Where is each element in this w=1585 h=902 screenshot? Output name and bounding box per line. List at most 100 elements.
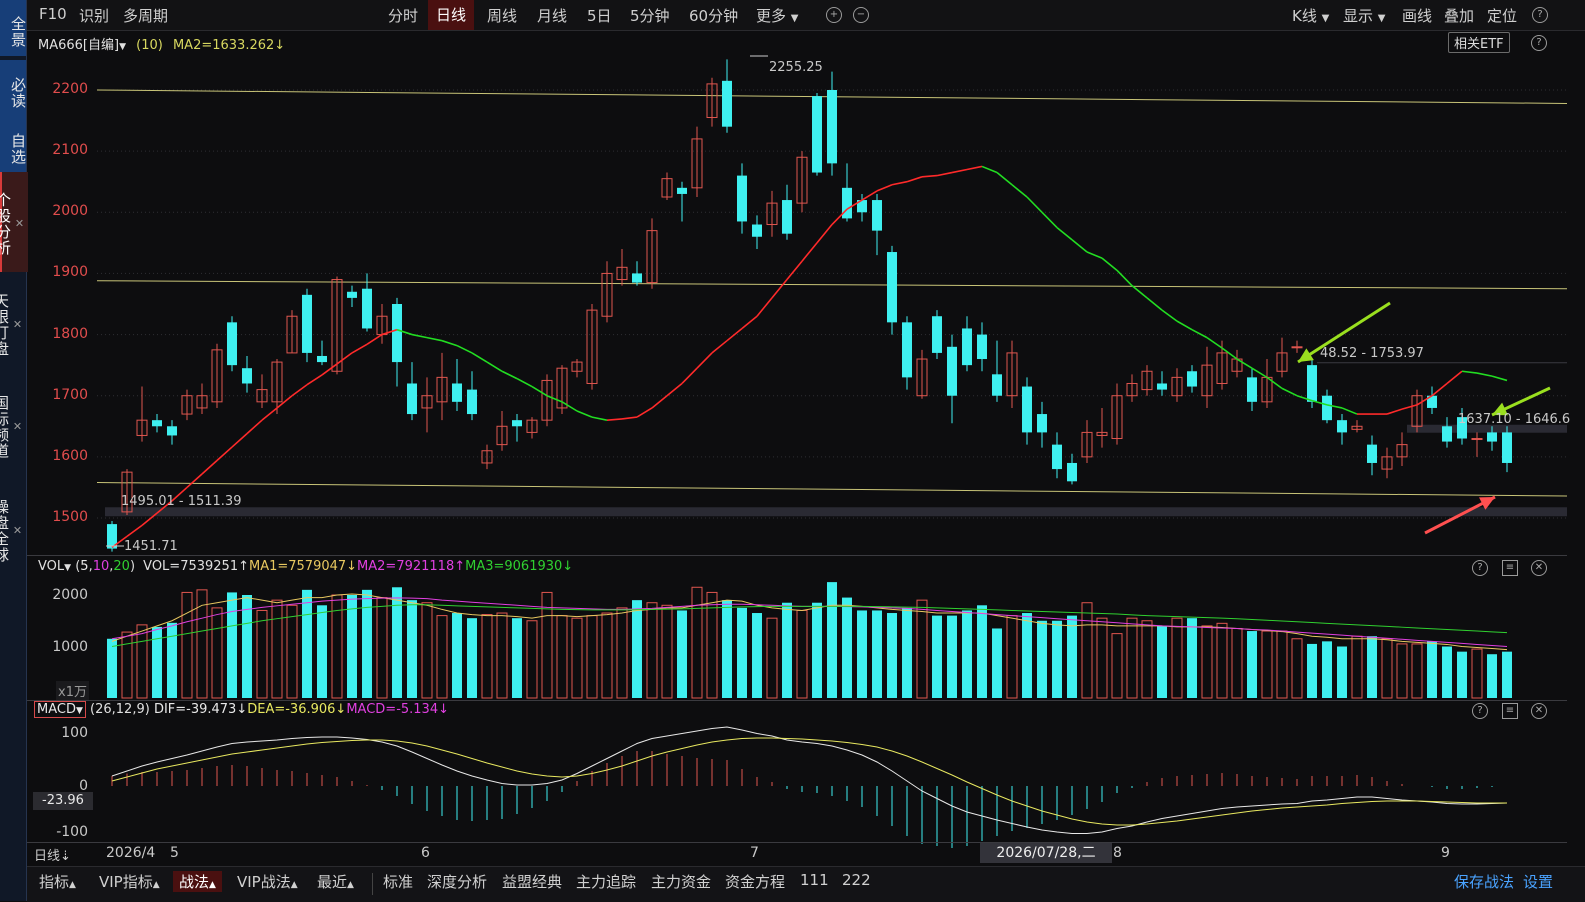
candle-down bbox=[677, 187, 687, 194]
strategy-deep-analysis[interactable]: 深度分析 bbox=[427, 871, 487, 892]
candle-down bbox=[737, 175, 747, 222]
tab-daily[interactable]: 日线 bbox=[428, 0, 475, 30]
tab-strategy[interactable]: 战法▲ bbox=[173, 871, 222, 892]
close-icon[interactable]: ✕ bbox=[1531, 560, 1547, 576]
f10-button[interactable]: F10 bbox=[39, 5, 67, 23]
multi-period-button[interactable]: 多周期 bbox=[123, 5, 168, 26]
kline-dropdown[interactable]: K线 ▼ bbox=[1292, 5, 1329, 26]
ma-segment bbox=[801, 242, 818, 262]
chart-canvas[interactable] bbox=[27, 52, 1567, 864]
ma-segment bbox=[681, 367, 698, 385]
ma-segment bbox=[486, 361, 503, 372]
volume-bar-down bbox=[1022, 613, 1032, 698]
sidebar-item-label: 国际频道 bbox=[0, 395, 10, 459]
tab-vip-strategy[interactable]: VIP战法▲ bbox=[237, 871, 298, 892]
identify-button[interactable]: 识别 bbox=[79, 5, 109, 26]
volume-header[interactable]: VOL▼ (5,10,20) VOL=7539251↑MA1=7579047↓M… bbox=[38, 559, 573, 574]
volume-bar-down bbox=[857, 610, 867, 698]
settings-icon[interactable]: ≡ bbox=[1502, 560, 1518, 576]
volume-bar-up bbox=[661, 604, 673, 699]
sidebar-item-must-read[interactable]: 必读 bbox=[0, 60, 27, 118]
locate-button[interactable]: 定位 bbox=[1487, 5, 1517, 26]
tab-monthly[interactable]: 月线 bbox=[537, 5, 567, 26]
volume-bar-down bbox=[1247, 631, 1257, 698]
ma-segment bbox=[516, 377, 533, 388]
tab-5day[interactable]: 5日 bbox=[587, 5, 612, 26]
settings-button[interactable]: 设置 bbox=[1523, 871, 1553, 892]
volume-bar-down bbox=[1067, 615, 1077, 698]
ma-segment bbox=[336, 352, 353, 365]
save-strategy-button[interactable]: 保存战法 bbox=[1454, 871, 1514, 892]
related-etf-button[interactable]: 相关ETF bbox=[1448, 32, 1510, 53]
sidebar-item-watchlist[interactable]: 自选 bbox=[0, 116, 27, 174]
caret-up-icon: ▲ bbox=[347, 880, 354, 890]
volume-bar-up bbox=[1111, 633, 1123, 699]
close-icon[interactable]: ✕ bbox=[9, 280, 26, 370]
strategy-main-tracking[interactable]: 主力追踪 bbox=[576, 871, 636, 892]
display-label: 显示 bbox=[1343, 7, 1374, 25]
vol-ma1-readout: MA1=7579047↓ bbox=[248, 559, 358, 574]
tab-label: 战法 bbox=[179, 873, 210, 891]
sidebar-item-overview[interactable]: 全景 bbox=[0, 0, 27, 56]
question-icon[interactable]: ? bbox=[1472, 560, 1488, 576]
indicator-name[interactable]: MA666[自编] bbox=[38, 38, 119, 53]
strategy-111[interactable]: 111 bbox=[800, 871, 829, 889]
macd-selector[interactable]: MACD▼ bbox=[34, 701, 86, 718]
close-icon[interactable]: ✕ bbox=[11, 176, 28, 272]
strategy-standard[interactable]: 标准 bbox=[383, 871, 413, 892]
volume-bar-up bbox=[196, 589, 208, 699]
volume-bar-down bbox=[362, 589, 372, 698]
tab-vip-indicators[interactable]: VIP指标▲ bbox=[99, 871, 160, 892]
display-dropdown[interactable]: 显示 ▼ bbox=[1343, 5, 1386, 26]
candle-down bbox=[962, 328, 972, 366]
candle-down bbox=[977, 334, 987, 360]
strategy-222[interactable]: 222 bbox=[842, 871, 871, 889]
draw-line-button[interactable]: 画线 bbox=[1402, 5, 1432, 26]
close-icon[interactable]: ✕ bbox=[1531, 703, 1547, 719]
volume-bar-up bbox=[1231, 627, 1243, 699]
tab-recent[interactable]: 最近▲ bbox=[317, 871, 354, 892]
close-icon[interactable]: ✕ bbox=[9, 486, 26, 576]
volume-name[interactable]: VOL bbox=[38, 559, 64, 574]
tab-intraday[interactable]: 分时 bbox=[388, 5, 418, 26]
volume-bar-down bbox=[1322, 641, 1332, 698]
ma-segment bbox=[546, 394, 563, 403]
question-icon[interactable]: ? bbox=[1532, 7, 1548, 23]
caret-down-icon[interactable]: ▼ bbox=[119, 42, 126, 52]
sidebar-item-international[interactable]: ✕ 国际频道 bbox=[0, 380, 26, 472]
volume-bar-down bbox=[392, 587, 402, 698]
question-icon[interactable]: ? bbox=[1472, 703, 1488, 719]
price-indicator-header[interactable]: MA666[自编]▼ (10) MA2=1633.262↓ bbox=[38, 34, 285, 53]
tab-weekly[interactable]: 周线 bbox=[487, 5, 517, 26]
sidebar-item-global-trading[interactable]: ✕ 操盘全球 bbox=[0, 484, 26, 576]
strategy-main-funds[interactable]: 主力资金 bbox=[651, 871, 711, 892]
caret-up-icon: ▲ bbox=[152, 880, 160, 890]
x-axis-label: 6 bbox=[421, 845, 430, 861]
volume-bar-up bbox=[1411, 643, 1423, 699]
high-label: 2255.25 bbox=[769, 60, 823, 75]
zoom-in-icon[interactable]: + bbox=[826, 7, 842, 23]
macd-y-tick: -100 bbox=[56, 824, 88, 840]
panel-divider[interactable] bbox=[27, 555, 1567, 556]
zoom-out-icon[interactable]: − bbox=[853, 7, 869, 23]
close-icon[interactable]: ✕ bbox=[9, 382, 26, 472]
candle-down bbox=[1037, 414, 1047, 433]
macd-header[interactable]: MACD▼ (26,12,9) DIF=-39.473↓DEA=-36.906↓… bbox=[34, 701, 449, 718]
caret-down-icon[interactable]: ▼ bbox=[64, 563, 71, 573]
candle-down bbox=[1157, 383, 1167, 390]
period-axis-label[interactable]: 日线⇣ bbox=[34, 845, 71, 864]
sidebar-item-eye-monitor[interactable]: ✕ 天眼盯盘 bbox=[0, 278, 26, 370]
question-icon[interactable]: ? bbox=[1531, 35, 1547, 51]
x-axis-label: 8 bbox=[1113, 845, 1122, 861]
settings-icon[interactable]: ≡ bbox=[1502, 703, 1518, 719]
volume-bar-up bbox=[136, 624, 148, 699]
more-dropdown[interactable]: 更多 ▼ bbox=[756, 5, 799, 26]
tab-5min[interactable]: 5分钟 bbox=[630, 5, 670, 26]
sidebar-item-stock-analysis[interactable]: ✕ 个股分析 bbox=[0, 172, 28, 272]
overlay-button[interactable]: 叠加 bbox=[1444, 5, 1474, 26]
panel-divider[interactable] bbox=[27, 700, 1567, 701]
strategy-classic[interactable]: 益盟经典 bbox=[502, 871, 562, 892]
tab-indicators[interactable]: 指标▲ bbox=[39, 871, 76, 892]
strategy-fund-equation[interactable]: 资金方程 bbox=[725, 871, 785, 892]
tab-60min[interactable]: 60分钟 bbox=[689, 5, 738, 26]
